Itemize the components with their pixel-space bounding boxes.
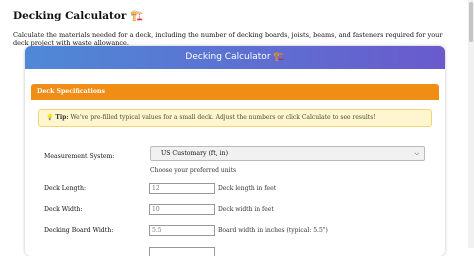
deck-length-label: Deck Length: xyxy=(44,185,87,192)
deck-width-label: Deck Width: xyxy=(44,206,83,213)
page-scrollbar[interactable] xyxy=(468,0,474,248)
tip-label: Tip: xyxy=(55,114,69,121)
page-intro: Calculate the materials needed for a dec… xyxy=(13,31,443,47)
section-deck-specifications: Deck Specifications xyxy=(31,84,439,100)
next-field-input[interactable] xyxy=(149,247,215,256)
lightbulb-icon: 💡 xyxy=(46,114,54,121)
deck-width-input[interactable]: 10 xyxy=(149,204,215,215)
tip-box: 💡 Tip: We've pre-filled typical values f… xyxy=(38,109,432,127)
scrollbar-thumb[interactable] xyxy=(469,2,473,42)
tip-text: We've pre-filled typical values for a sm… xyxy=(70,114,376,121)
calculator-header: Decking Calculator 🏗️ xyxy=(25,46,445,69)
measurement-system-hint: Choose your preferred units xyxy=(150,167,237,174)
board-width-unit: Board width in inches (typical: 5.5") xyxy=(218,227,328,234)
measurement-system-label: Measurement System: xyxy=(44,153,115,160)
measurement-system-value: US Customary (ft, in) xyxy=(161,150,229,157)
deck-length-input[interactable]: 12 xyxy=(149,183,215,194)
board-width-label: Decking Board Width: xyxy=(44,227,114,234)
calculator-card: Decking Calculator 🏗️ Deck Specification… xyxy=(25,46,445,256)
deck-length-unit: Deck length in feet xyxy=(218,185,277,192)
measurement-system-select[interactable]: US Customary (ft, in) ⌵ xyxy=(150,146,425,161)
chevron-down-icon: ⌵ xyxy=(414,150,419,157)
deck-width-unit: Deck width in feet xyxy=(218,206,274,213)
board-width-input[interactable]: 5.5 xyxy=(149,225,215,236)
page-title: Decking Calculator 🏗️ xyxy=(13,10,144,22)
